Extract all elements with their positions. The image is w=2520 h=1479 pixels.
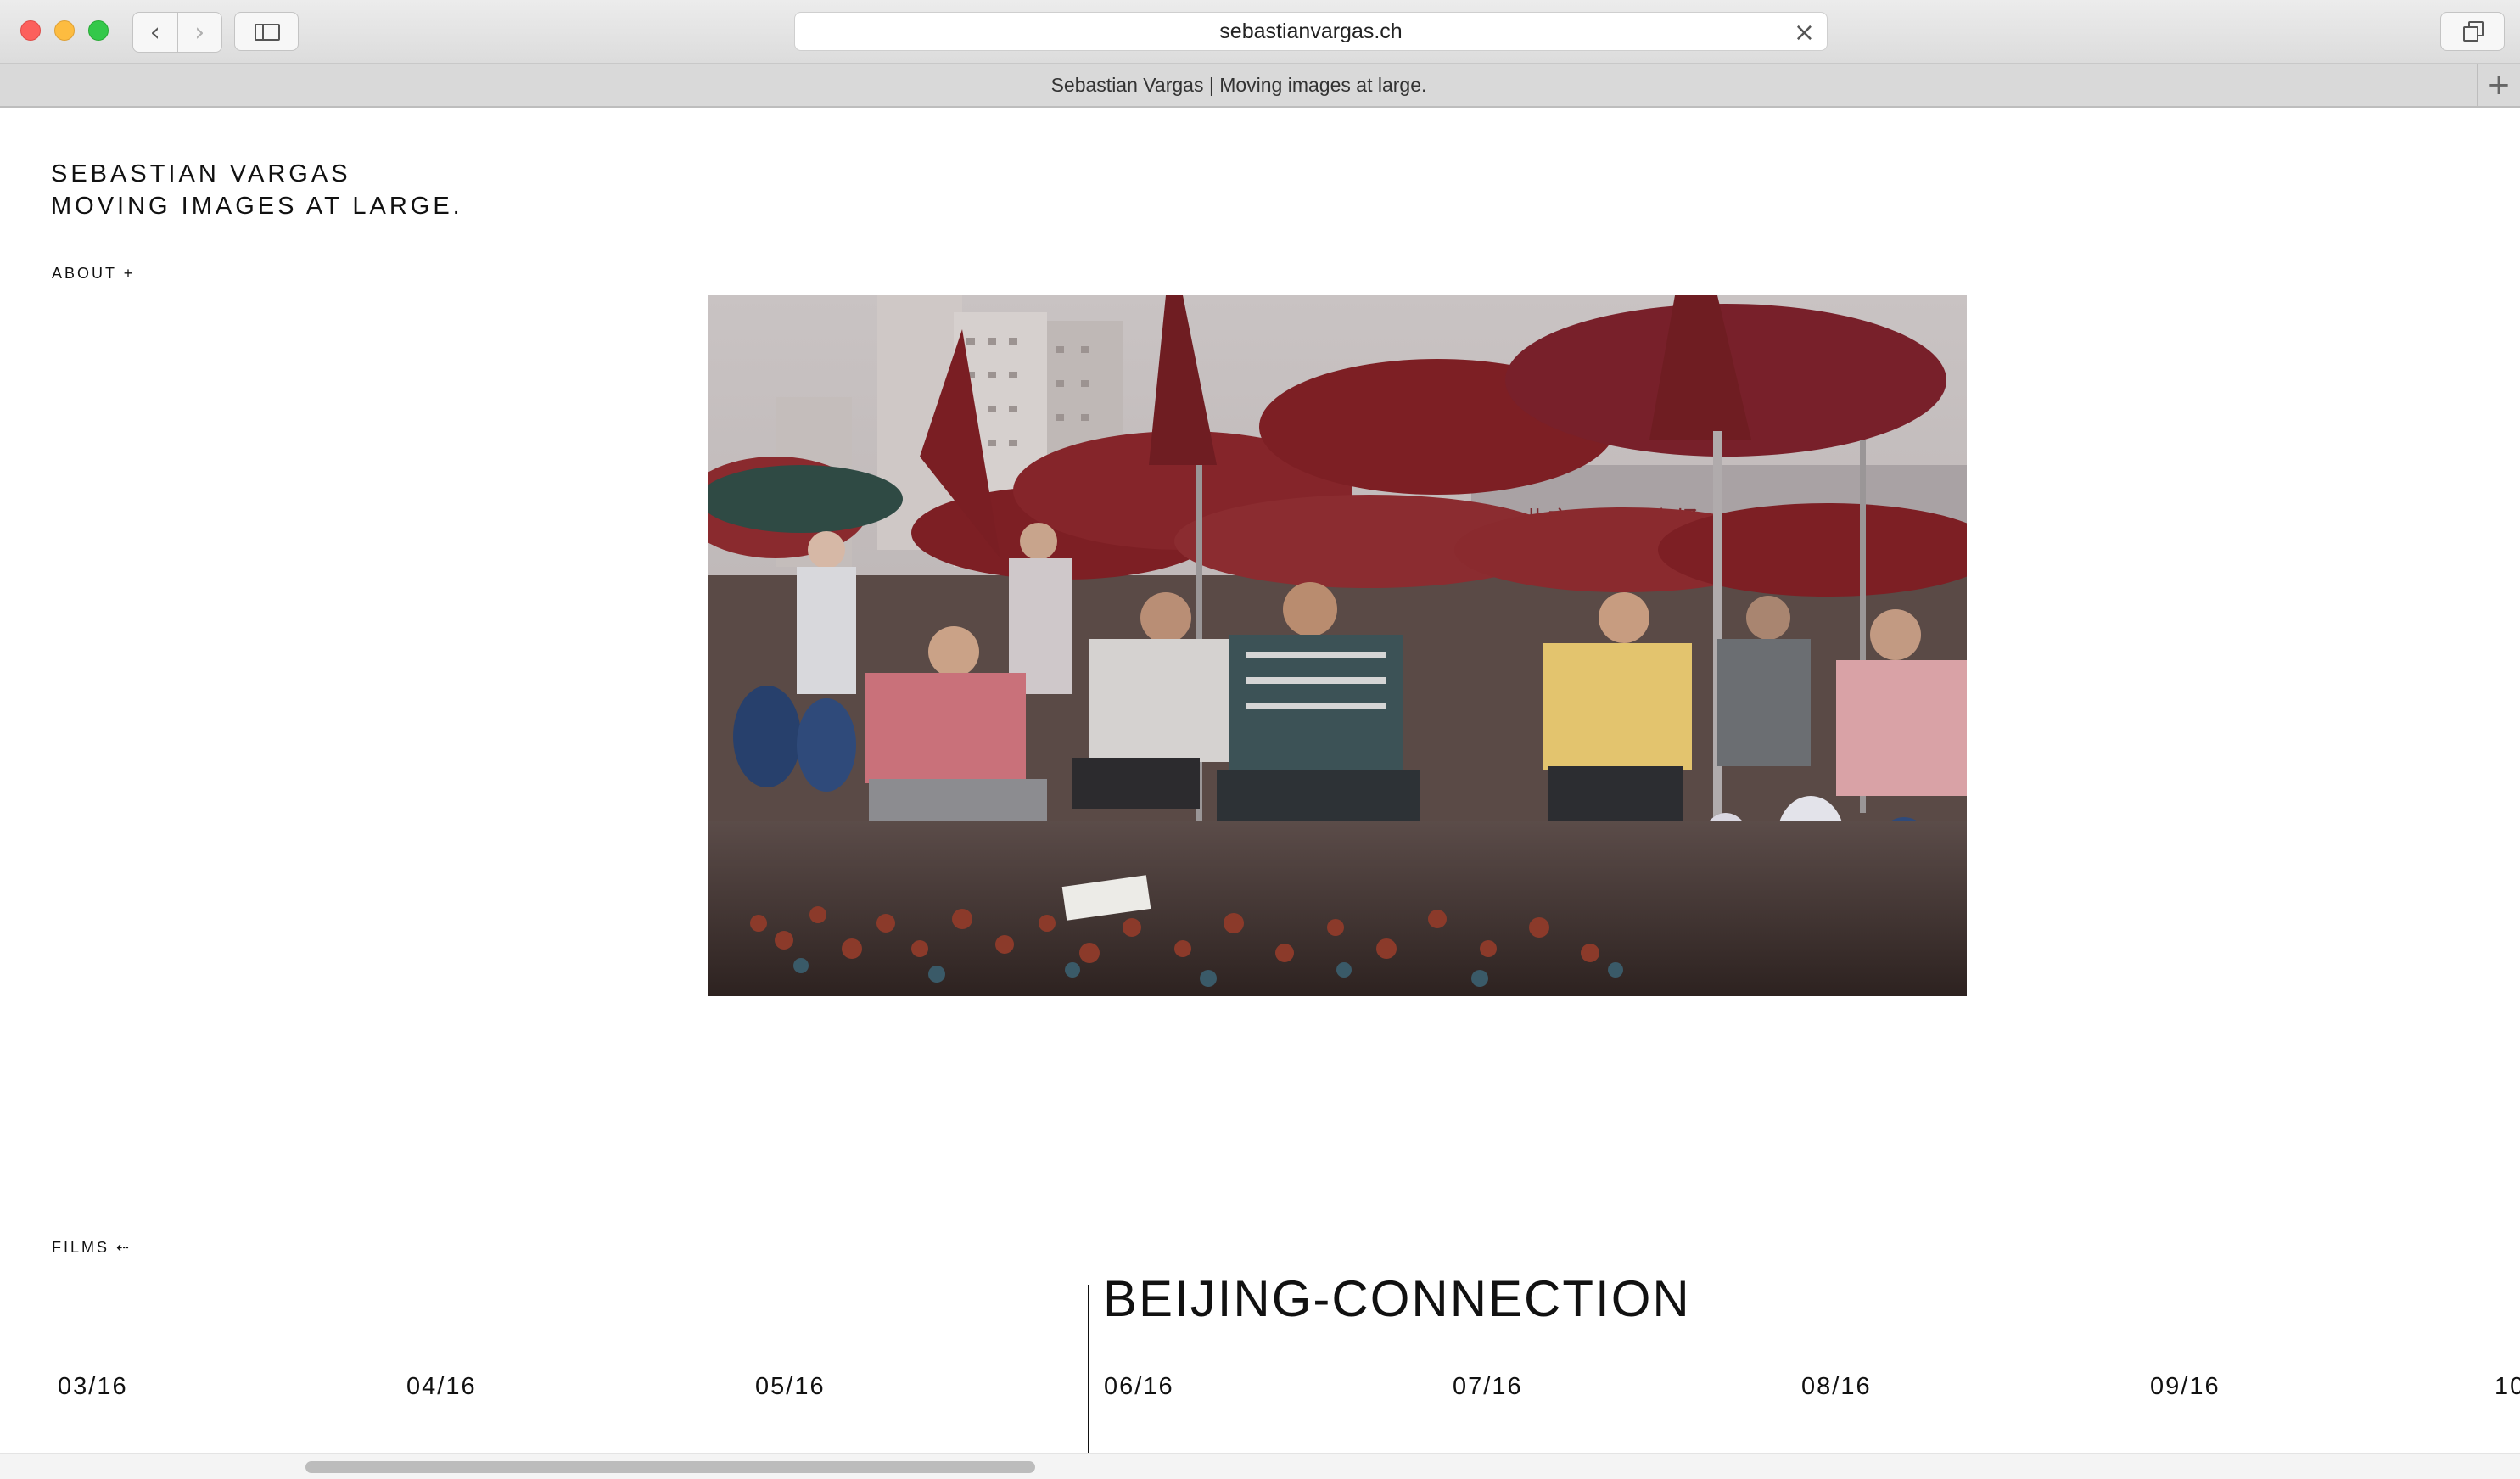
sidebar-button[interactable] [234,12,299,51]
navigation-buttons: ‹ › [132,12,222,53]
plus-icon: + [123,265,136,282]
film-title-beijing-connection[interactable]: BEIJING-CONNECTION [1103,1269,1691,1328]
about-label: ABOUT [52,265,117,282]
horizontal-scrollbar[interactable] [0,1453,2520,1479]
browser-toolbar: ‹ › sebastianvargas.ch × [0,0,2520,64]
window-close-button[interactable] [20,20,41,41]
scrollbar-thumb[interactable] [305,1461,1035,1473]
timeline-month-10-16[interactable]: 10/16 [2495,1373,2520,1401]
site-title[interactable]: SEBASTIAN VARGAS MOVING IMAGES AT LARGE. [51,158,463,222]
arrow-left-icon: ⇠ [116,1239,132,1256]
timeline-month-04-16[interactable]: 04/16 [406,1373,477,1401]
about-link[interactable]: ABOUT + [52,265,135,283]
timeline-month-07-16[interactable]: 07/16 [1453,1373,1523,1401]
site-name: SEBASTIAN VARGAS [51,160,351,188]
window-minimize-button[interactable] [54,20,75,41]
tab-bar: Sebastian Vargas | Moving images at larg… [0,64,2520,108]
close-icon[interactable]: × [1794,18,1815,48]
timeline-month-05-16[interactable]: 05/16 [755,1373,826,1401]
market-photo-illustration: 北京 市场 [708,295,1967,996]
site-tagline: MOVING IMAGES AT LARGE. [51,193,463,220]
address-bar[interactable]: sebastianvargas.ch × [794,12,1828,51]
plus-icon[interactable]: + [2477,64,2520,106]
timeline-month-08-16[interactable]: 08/16 [1801,1373,1872,1401]
chevron-left-icon[interactable]: ‹ [133,13,177,52]
chevron-right-icon[interactable]: › [176,13,222,52]
timeline-month-06-16[interactable]: 06/16 [1104,1373,1174,1401]
films-label: FILMS [52,1239,110,1256]
timeline-current-marker [1088,1285,1089,1453]
timeline-month-03-16[interactable]: 03/16 [58,1373,128,1401]
timeline-month-09-16[interactable]: 09/16 [2150,1373,2220,1401]
window-zoom-button[interactable] [88,20,109,41]
active-tab[interactable]: Sebastian Vargas | Moving images at larg… [0,64,2478,106]
url-text: sebastianvargas.ch [1219,19,1403,43]
tabs-overview-button[interactable] [2440,12,2505,51]
market-photo[interactable]: 北京 市场 [708,295,1967,996]
films-link[interactable]: FILMS ⇠ [52,1239,132,1257]
sidebar-icon [255,24,280,41]
tabs-overview-icon-front [2463,26,2478,42]
tab-title: Sebastian Vargas | Moving images at larg… [1050,73,1427,96]
